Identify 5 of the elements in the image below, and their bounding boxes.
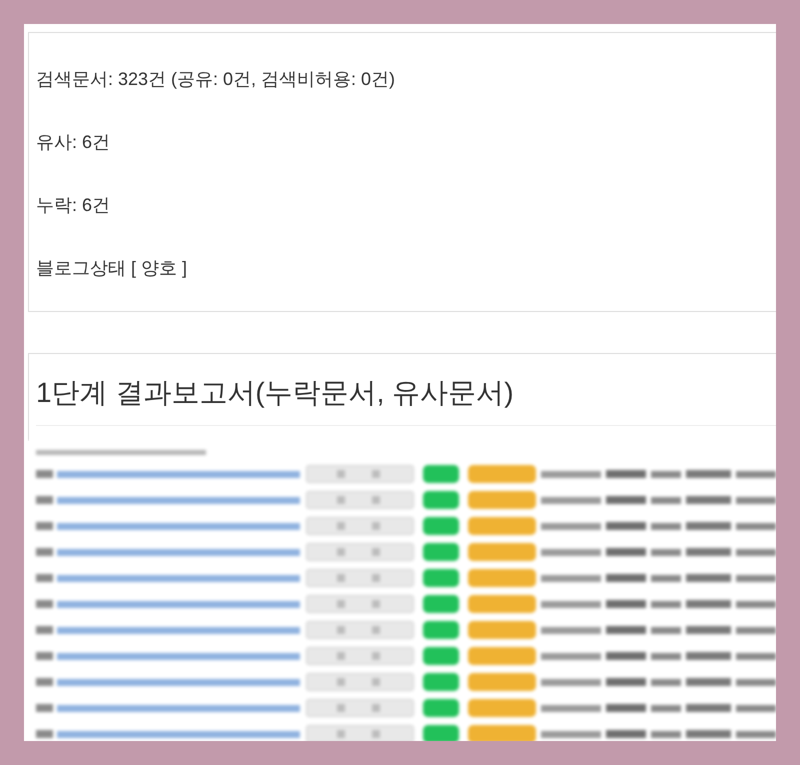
- summary-line: 유사: 6건: [36, 131, 110, 154]
- summary-line: 블로그상태 [ 양호 ]: [36, 257, 188, 280]
- report-title: 1단계 결과보고서(누락문서, 유사문서): [36, 376, 514, 410]
- summary-line: 누락: 6건: [36, 194, 110, 217]
- summary-line: 검색문서: 323건 (공유: 0건, 검색비허용: 0건): [36, 68, 396, 91]
